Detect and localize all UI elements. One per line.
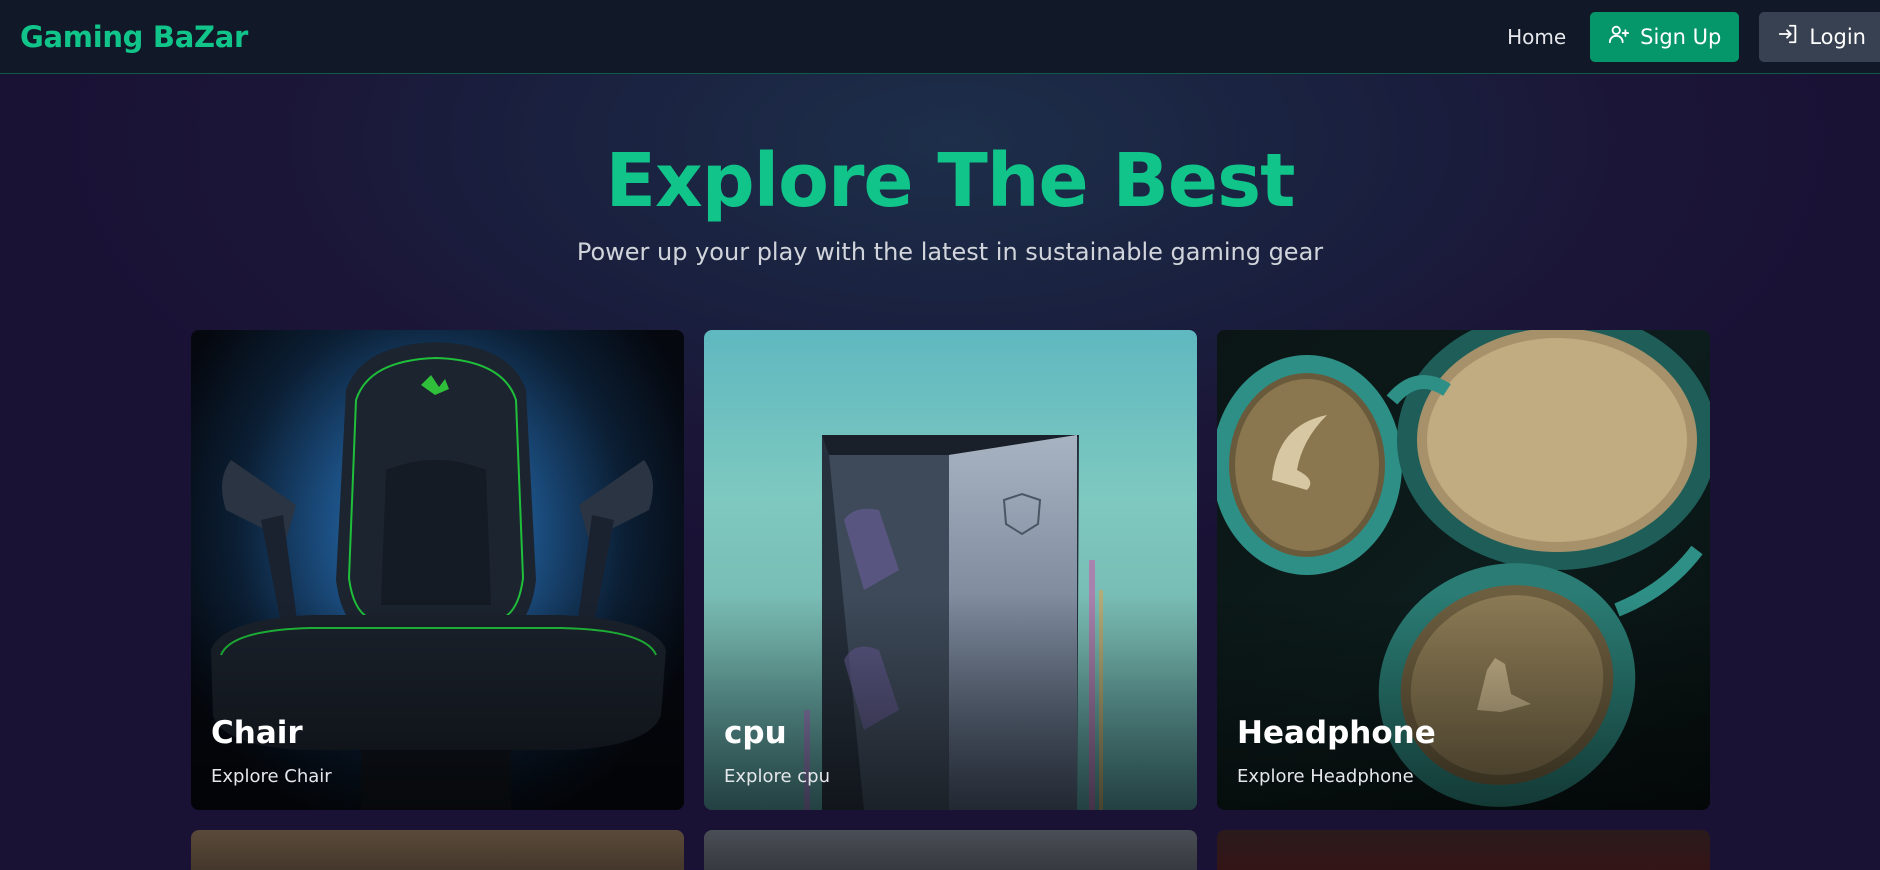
login-icon [1777,23,1799,50]
nav-actions: Home Sign Up Login [1507,0,1880,73]
card-title: Headphone [1237,715,1436,751]
login-label: Login [1809,24,1866,49]
category-card-cpu[interactable]: cpu Explore cpu [704,330,1197,810]
category-card-partial[interactable] [1217,830,1710,870]
card-subtitle: Explore cpu [724,766,830,787]
login-button[interactable]: Login [1759,11,1880,62]
category-card-chair[interactable]: Chair Explore Chair [191,330,684,810]
hero-title: Explore The Best [605,138,1295,224]
navbar: Gaming BaZar Home Sign Up Login [0,0,1880,74]
signup-label: Sign Up [1640,24,1722,49]
user-plus-icon [1608,23,1630,50]
category-card-headphone[interactable]: Headphone Explore Headphone [1217,330,1710,810]
card-subtitle: Explore Chair [211,766,332,787]
card-title: Chair [211,715,303,751]
card-title: cpu [724,715,787,751]
hero-subtitle: Power up your play with the latest in su… [576,238,1324,266]
signup-button[interactable]: Sign Up [1590,11,1740,62]
card-subtitle: Explore Headphone [1237,766,1414,787]
nav-home-link[interactable]: Home [1507,25,1566,49]
category-card-partial[interactable] [191,830,684,870]
brand-logo[interactable]: Gaming BaZar [20,20,248,54]
category-card-partial[interactable] [704,830,1197,870]
